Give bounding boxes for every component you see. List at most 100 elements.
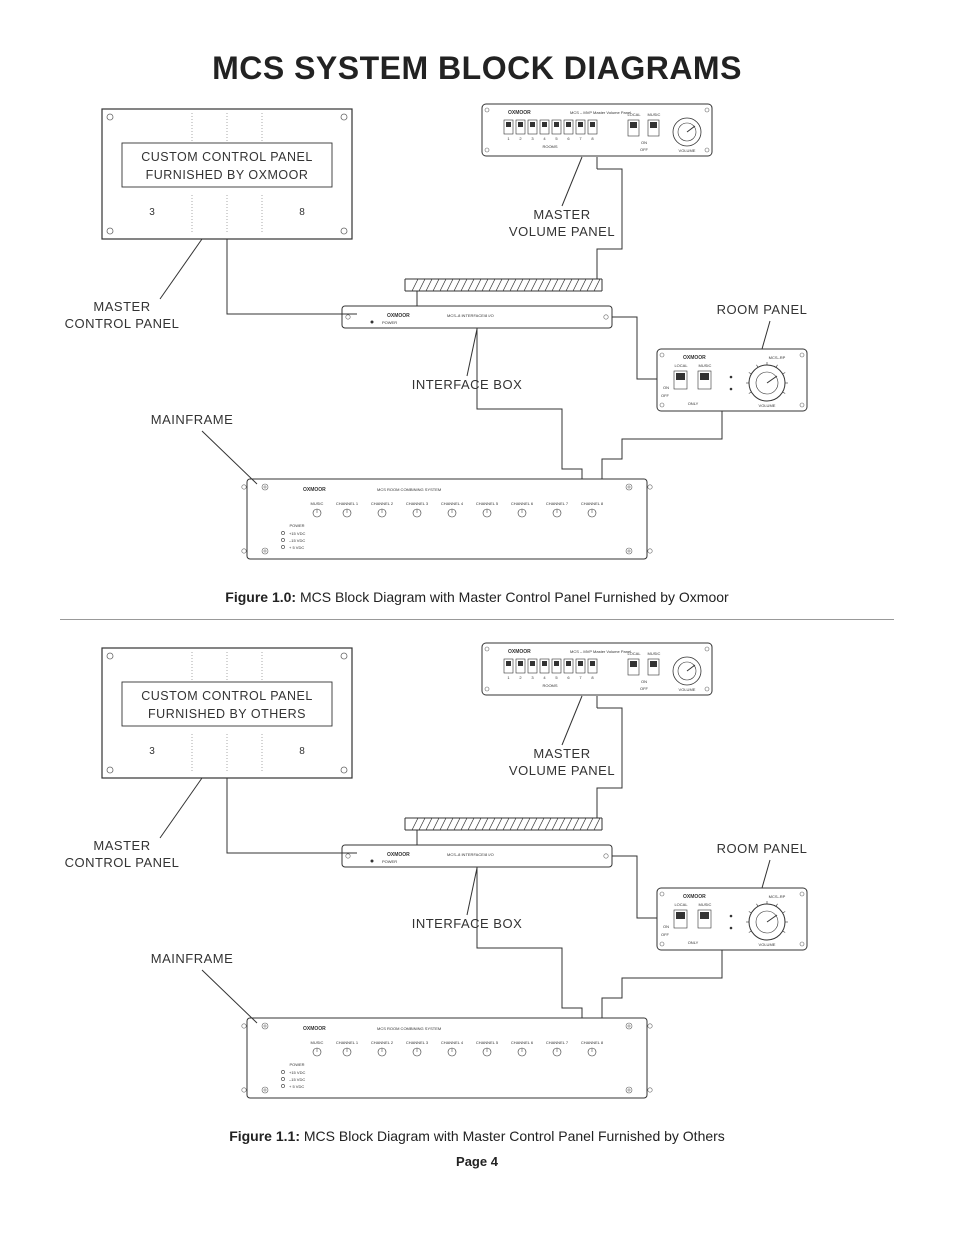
svg-text:3: 3 xyxy=(149,207,155,218)
svg-text:ROOM PANEL: ROOM PANEL xyxy=(717,841,808,856)
svg-text:6: 6 xyxy=(567,675,570,680)
svg-text:ONLY: ONLY xyxy=(688,401,699,406)
figure-separator xyxy=(60,619,894,620)
svg-text:MASTER: MASTER xyxy=(533,746,590,761)
svg-text:OXMOOR: OXMOOR xyxy=(508,110,531,116)
svg-text:MUSIC: MUSIC xyxy=(699,363,712,368)
svg-text:CHANNEL 6: CHANNEL 6 xyxy=(511,1040,534,1045)
svg-text:OXMOOR: OXMOOR xyxy=(387,852,410,858)
svg-text:7: 7 xyxy=(579,675,582,680)
svg-text:7: 7 xyxy=(579,136,582,141)
svg-text:CHANNEL 1: CHANNEL 1 xyxy=(336,1040,359,1045)
figure-1-0: CUSTOM CONTROL PANEL FURNISHED BY OXMOOR 3… xyxy=(62,99,892,579)
svg-text:2: 2 xyxy=(519,675,522,680)
svg-text:CUSTOM CONTROL PANEL: CUSTOM CONTROL PANEL xyxy=(141,150,313,164)
svg-text:OXMOOR: OXMOOR xyxy=(683,355,706,361)
svg-text:OXMOOR: OXMOOR xyxy=(303,487,326,493)
svg-text:3: 3 xyxy=(149,746,155,757)
svg-text:INTERFACE BOX: INTERFACE BOX xyxy=(412,377,523,392)
svg-text:ROOMS: ROOMS xyxy=(542,144,557,149)
svg-text:MASTER: MASTER xyxy=(93,838,150,853)
svg-text:CHANNEL 2: CHANNEL 2 xyxy=(371,1040,394,1045)
svg-text:OXMOOR: OXMOOR xyxy=(683,894,706,900)
svg-text:ON: ON xyxy=(641,140,647,145)
svg-text:CHANNEL 6: CHANNEL 6 xyxy=(511,501,534,506)
svg-text:POWER: POWER xyxy=(382,320,397,325)
svg-text:8: 8 xyxy=(591,136,594,141)
svg-text:VOLUME: VOLUME xyxy=(759,403,776,408)
svg-text:MCS ROOM COMBINING SYSTEM: MCS ROOM COMBINING SYSTEM xyxy=(377,1026,441,1031)
svg-text:CUSTOM CONTROL PANEL: CUSTOM CONTROL PANEL xyxy=(141,689,313,703)
svg-text:FURNISHED BY OXMOOR: FURNISHED BY OXMOOR xyxy=(146,168,309,182)
svg-text:CONTROL PANEL: CONTROL PANEL xyxy=(65,855,180,870)
svg-text:CHANNEL 3: CHANNEL 3 xyxy=(406,1040,429,1045)
svg-text:MASTER: MASTER xyxy=(533,207,590,222)
svg-text:ONLY: ONLY xyxy=(688,940,699,945)
svg-text:MCS – MVP Master Volume Panel: MCS – MVP Master Volume Panel xyxy=(570,649,631,654)
svg-text:4: 4 xyxy=(543,675,546,680)
caption-figure-1-1: Figure 1.1: MCS Block Diagram with Maste… xyxy=(60,1128,894,1144)
svg-text:CHANNEL 4: CHANNEL 4 xyxy=(441,501,464,506)
figure-1-1: CUSTOM CONTROL PANEL FURNISHED BY OTHERS 3… xyxy=(62,638,892,1118)
svg-text:1: 1 xyxy=(507,675,510,680)
svg-text:–15 VDC: –15 VDC xyxy=(289,1077,305,1082)
svg-text:MCS–8 INTERFACE/8 I/O: MCS–8 INTERFACE/8 I/O xyxy=(447,852,494,857)
svg-text:MCS ROOM COMBINING SYSTEM: MCS ROOM COMBINING SYSTEM xyxy=(377,487,441,492)
svg-text:OFF: OFF xyxy=(640,147,649,152)
page-title: MCS SYSTEM BLOCK DIAGRAMS xyxy=(60,50,894,87)
svg-text:POWER: POWER xyxy=(382,859,397,864)
svg-text:CHANNEL 8: CHANNEL 8 xyxy=(581,1040,604,1045)
svg-text:MAINFRAME: MAINFRAME xyxy=(151,412,234,427)
svg-text:8: 8 xyxy=(591,675,594,680)
svg-text:MCS–8 INTERFACE/8 I/O: MCS–8 INTERFACE/8 I/O xyxy=(447,313,494,318)
caption-figure-1-0: Figure 1.0: MCS Block Diagram with Maste… xyxy=(60,589,894,605)
svg-text:CHANNEL 7: CHANNEL 7 xyxy=(546,1040,569,1045)
page-footer: Page 4 xyxy=(60,1154,894,1169)
svg-text:+15 VDC: +15 VDC xyxy=(289,531,305,536)
svg-text:MUSIC: MUSIC xyxy=(311,501,324,506)
svg-text:MAINFRAME: MAINFRAME xyxy=(151,951,234,966)
svg-text:VOLUME PANEL: VOLUME PANEL xyxy=(509,224,615,239)
svg-text:OXMOOR: OXMOOR xyxy=(303,1026,326,1032)
svg-text:MCS–RP: MCS–RP xyxy=(769,355,786,360)
svg-text:OXMOOR: OXMOOR xyxy=(387,313,410,319)
svg-text:LOCAL: LOCAL xyxy=(627,651,641,656)
svg-text:CHANNEL 8: CHANNEL 8 xyxy=(581,501,604,506)
svg-text:MUSIC: MUSIC xyxy=(699,902,712,907)
svg-text:OXMOOR: OXMOOR xyxy=(508,649,531,655)
svg-text:VOLUME PANEL: VOLUME PANEL xyxy=(509,763,615,778)
svg-text:MUSIC: MUSIC xyxy=(648,112,661,117)
svg-text:5: 5 xyxy=(555,675,558,680)
svg-text:MCS–RP: MCS–RP xyxy=(769,894,786,899)
svg-text:3: 3 xyxy=(531,136,534,141)
svg-text:LOCAL: LOCAL xyxy=(674,363,688,368)
svg-text:ROOMS: ROOMS xyxy=(542,683,557,688)
svg-text:VOLUME: VOLUME xyxy=(679,687,696,692)
svg-text:–15 VDC: –15 VDC xyxy=(289,538,305,543)
svg-text:INTERFACE BOX: INTERFACE BOX xyxy=(412,916,523,931)
svg-text:CHANNEL 1: CHANNEL 1 xyxy=(336,501,359,506)
svg-text:4: 4 xyxy=(543,136,546,141)
svg-text:FURNISHED BY OTHERS: FURNISHED BY OTHERS xyxy=(148,707,306,721)
svg-text:LOCAL: LOCAL xyxy=(674,902,688,907)
svg-text:MUSIC: MUSIC xyxy=(311,1040,324,1045)
svg-text:5: 5 xyxy=(555,136,558,141)
svg-text:POWER: POWER xyxy=(289,1062,304,1067)
svg-text:OFF: OFF xyxy=(661,932,670,937)
svg-text:+ 5 VDC: + 5 VDC xyxy=(289,1084,304,1089)
svg-text:LOCAL: LOCAL xyxy=(627,112,641,117)
svg-text:8: 8 xyxy=(299,746,305,757)
svg-text:CHANNEL 3: CHANNEL 3 xyxy=(406,501,429,506)
svg-text:CHANNEL 2: CHANNEL 2 xyxy=(371,501,394,506)
svg-text:ROOM PANEL: ROOM PANEL xyxy=(717,302,808,317)
svg-text:VOLUME: VOLUME xyxy=(759,942,776,947)
svg-text:ON: ON xyxy=(663,924,669,929)
svg-text:VOLUME: VOLUME xyxy=(679,148,696,153)
svg-text:MCS – MVP Master Volume Panel: MCS – MVP Master Volume Panel xyxy=(570,110,631,115)
svg-text:CONTROL PANEL: CONTROL PANEL xyxy=(65,316,180,331)
svg-text:POWER: POWER xyxy=(289,523,304,528)
svg-text:6: 6 xyxy=(567,136,570,141)
svg-text:MASTER: MASTER xyxy=(93,299,150,314)
svg-text:+ 5 VDC: + 5 VDC xyxy=(289,545,304,550)
svg-text:8: 8 xyxy=(299,207,305,218)
